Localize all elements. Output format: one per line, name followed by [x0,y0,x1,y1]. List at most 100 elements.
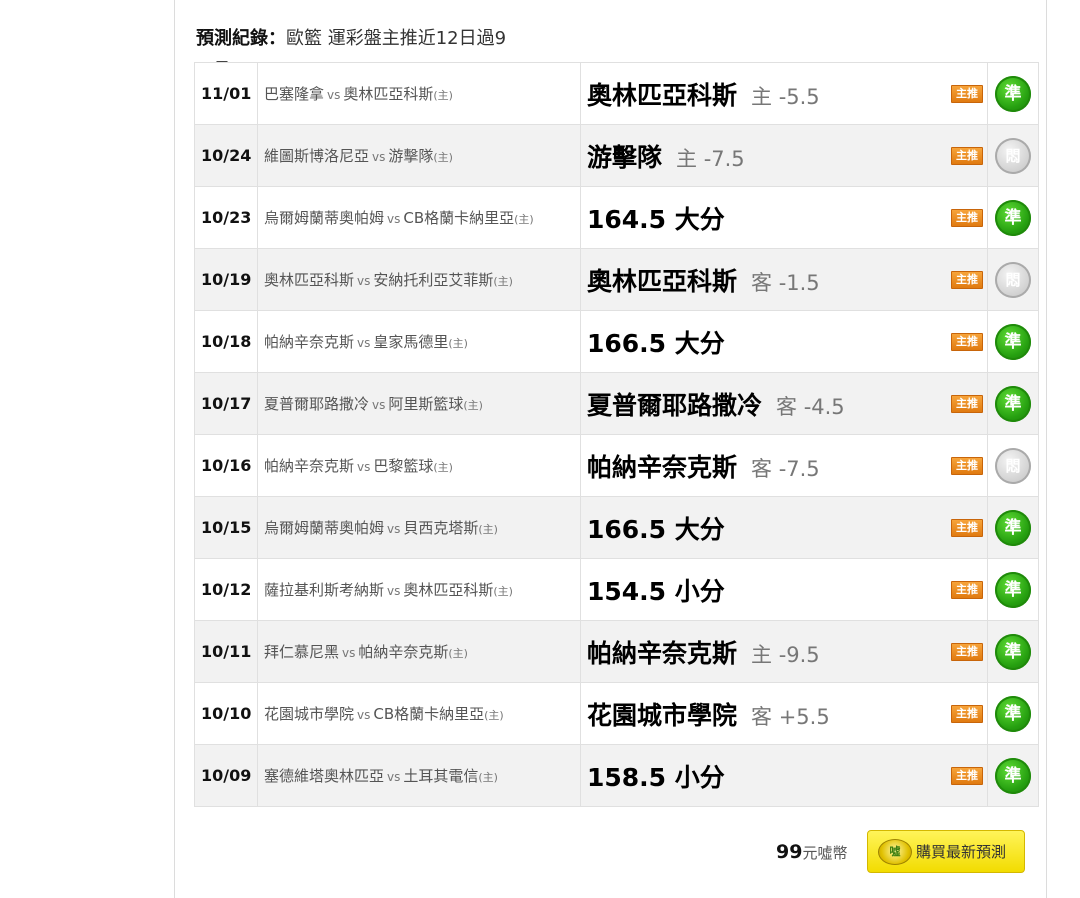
pick-selection: 166.5 大分 [587,328,725,358]
home-marker: (主) [478,771,498,784]
result-cell: 悶 [987,434,1039,497]
match-cell[interactable]: 帕納辛奈克斯 vs 皇家馬德里(主) [257,310,581,373]
table-row[interactable]: 10/15 烏爾姆蘭蒂奧帕姆 vs 貝西克塔斯(主) 166.5 大分 主推準 [194,496,1039,559]
home-marker: (主) [448,647,468,660]
match-date: 10/19 [194,248,258,311]
result-hit-badge: 準 [995,385,1031,422]
table-row[interactable]: 10/12 薩拉基利斯考納斯 vs 奧林匹亞科斯(主) 154.5 小分 主推準 [194,558,1039,621]
pick-line: 客 -1.5 [751,270,820,295]
pick-cell: 154.5 小分 主推 [580,558,988,621]
match-cell[interactable]: 花園城市學院 vs CB格蘭卡納里亞(主) [257,682,581,745]
pick-cell: 奧林匹亞科斯主 -5.5 主推 [580,62,988,125]
table-row[interactable]: 10/17 夏普爾耶路撒冷 vs 阿里斯籃球(主) 夏普爾耶路撒冷客 -4.5 主推準 [194,372,1039,435]
pick-line: 主 -5.5 [751,84,820,109]
main-pick-tag: 主推 [951,146,983,165]
match-cell[interactable]: 拜仁慕尼黑 vs 帕納辛奈克斯(主) [257,620,581,683]
heading-label: 預測紀錄： [196,28,286,49]
table-row[interactable]: 10/09 塞德維塔奧林匹亞 vs 土耳其電信(主) 158.5 小分 主推準 [194,744,1039,807]
pick-cell: 164.5 大分 主推 [580,186,988,249]
home-marker: (主) [433,151,453,164]
main-pick-tag: 主推 [951,270,983,289]
home-marker: (主) [478,523,498,536]
away-team: CB格蘭卡納里亞 [373,705,485,723]
match-cell[interactable]: 巴塞隆拿 vs 奧林匹亞科斯(主) [257,62,581,125]
vs-label: vs [342,646,356,660]
table-row[interactable]: 10/16 帕納辛奈克斯 vs 巴黎籃球(主) 帕納辛奈克斯客 -7.5 主推悶 [194,434,1039,497]
pick-line: 主 -9.5 [751,642,820,667]
match-date: 10/18 [194,310,258,373]
vs-label: vs [387,212,401,226]
match-cell[interactable]: 烏爾姆蘭蒂奧帕姆 vs 貝西克塔斯(主) [257,496,581,559]
main-pick-tag: 主推 [951,394,983,413]
pick-cell: 奧林匹亞科斯客 -1.5 主推 [580,248,988,311]
home-marker: (主) [448,337,468,350]
match-date: 10/23 [194,186,258,249]
match-date: 11/01 [194,62,258,125]
result-hit-badge: 準 [995,757,1031,794]
price-unit: 元噓幣 [802,844,848,862]
away-team: 阿里斯籃球 [388,395,464,413]
pick-selection: 夏普爾耶路撒冷 [587,390,763,420]
result-hit-badge: 準 [995,695,1031,732]
match-cell[interactable]: 維圖斯博洛尼亞 vs 游擊隊(主) [257,124,581,187]
vs-label: vs [327,88,341,102]
table-row[interactable]: 10/23 烏爾姆蘭蒂奧帕姆 vs CB格蘭卡納里亞(主) 164.5 大分 主推準 [194,186,1039,249]
price-display: 99元噓幣 [776,840,847,864]
table-row[interactable]: 10/24 維圖斯博洛尼亞 vs 游擊隊(主) 游擊隊主 -7.5 主推悶 [194,124,1039,187]
buy-latest-prediction-button[interactable]: 噓 購買最新預測 [867,830,1025,873]
pick-cell: 166.5 大分 主推 [580,310,988,373]
vs-label: vs [372,398,386,412]
match-cell[interactable]: 帕納辛奈克斯 vs 巴黎籃球(主) [257,434,581,497]
home-team: 維圖斯博洛尼亞 [264,147,370,165]
pick-selection: 158.5 小分 [587,762,725,792]
home-team: 巴塞隆拿 [264,85,325,103]
home-marker: (主) [493,585,513,598]
main-pick-tag: 主推 [951,704,983,723]
match-date: 10/17 [194,372,258,435]
pick-line: 主 -7.5 [676,146,745,171]
vs-label: vs [357,460,371,474]
result-hit-badge: 準 [995,199,1031,236]
match-date: 10/16 [194,434,258,497]
pick-selection: 奧林匹亞科斯 [587,266,738,296]
away-team: 巴黎籃球 [373,457,434,475]
match-cell[interactable]: 塞德維塔奧林匹亞 vs 土耳其電信(主) [257,744,581,807]
result-cell: 準 [987,682,1039,745]
main-pick-tag: 主推 [951,84,983,103]
pick-cell: 帕納辛奈克斯客 -7.5 主推 [580,434,988,497]
away-team: 安納托利亞艾菲斯 [373,271,494,289]
home-team: 薩拉基利斯考納斯 [264,581,385,599]
result-cell: 準 [987,744,1039,807]
main-pick-tag: 主推 [951,642,983,661]
home-marker: (主) [433,89,453,102]
main-pick-tag: 主推 [951,518,983,537]
home-marker: (主) [433,461,453,474]
table-row[interactable]: 10/19 奧林匹亞科斯 vs 安納托利亞艾菲斯(主) 奧林匹亞科斯客 -1.5 主推悶 [194,248,1039,311]
vs-label: vs [372,150,386,164]
pick-line: 客 -7.5 [751,456,820,481]
away-team: 游擊隊 [388,147,434,165]
pick-selection: 奧林匹亞科斯 [587,80,738,110]
match-cell[interactable]: 烏爾姆蘭蒂奧帕姆 vs CB格蘭卡納里亞(主) [257,186,581,249]
pick-cell: 夏普爾耶路撒冷客 -4.5 主推 [580,372,988,435]
pick-cell: 158.5 小分 主推 [580,744,988,807]
match-cell[interactable]: 夏普爾耶路撒冷 vs 阿里斯籃球(主) [257,372,581,435]
coin-icon: 噓 [878,838,912,865]
table-row[interactable]: 11/01 巴塞隆拿 vs 奧林匹亞科斯(主) 奧林匹亞科斯主 -5.5 主推準 [194,62,1039,125]
match-cell[interactable]: 薩拉基利斯考納斯 vs 奧林匹亞科斯(主) [257,558,581,621]
result-cell: 準 [987,62,1039,125]
match-date: 10/15 [194,496,258,559]
pick-line: 客 -4.5 [776,394,845,419]
vs-label: vs [357,336,371,350]
result-hit-badge: 準 [995,633,1031,670]
vs-label: vs [387,522,401,536]
table-row[interactable]: 10/10 花園城市學院 vs CB格蘭卡納里亞(主) 花園城市學院客 +5.5 主推準 [194,682,1039,745]
table-row[interactable]: 10/18 帕納辛奈克斯 vs 皇家馬德里(主) 166.5 大分 主推準 [194,310,1039,373]
vs-label: vs [387,770,401,784]
pick-selection: 游擊隊 [587,142,663,172]
home-team: 烏爾姆蘭蒂奧帕姆 [264,519,385,537]
result-hit-badge: 準 [995,75,1031,112]
match-cell[interactable]: 奧林匹亞科斯 vs 安納托利亞艾菲斯(主) [257,248,581,311]
match-date: 10/12 [194,558,258,621]
table-row[interactable]: 10/11 拜仁慕尼黑 vs 帕納辛奈克斯(主) 帕納辛奈克斯主 -9.5 主推準 [194,620,1039,683]
